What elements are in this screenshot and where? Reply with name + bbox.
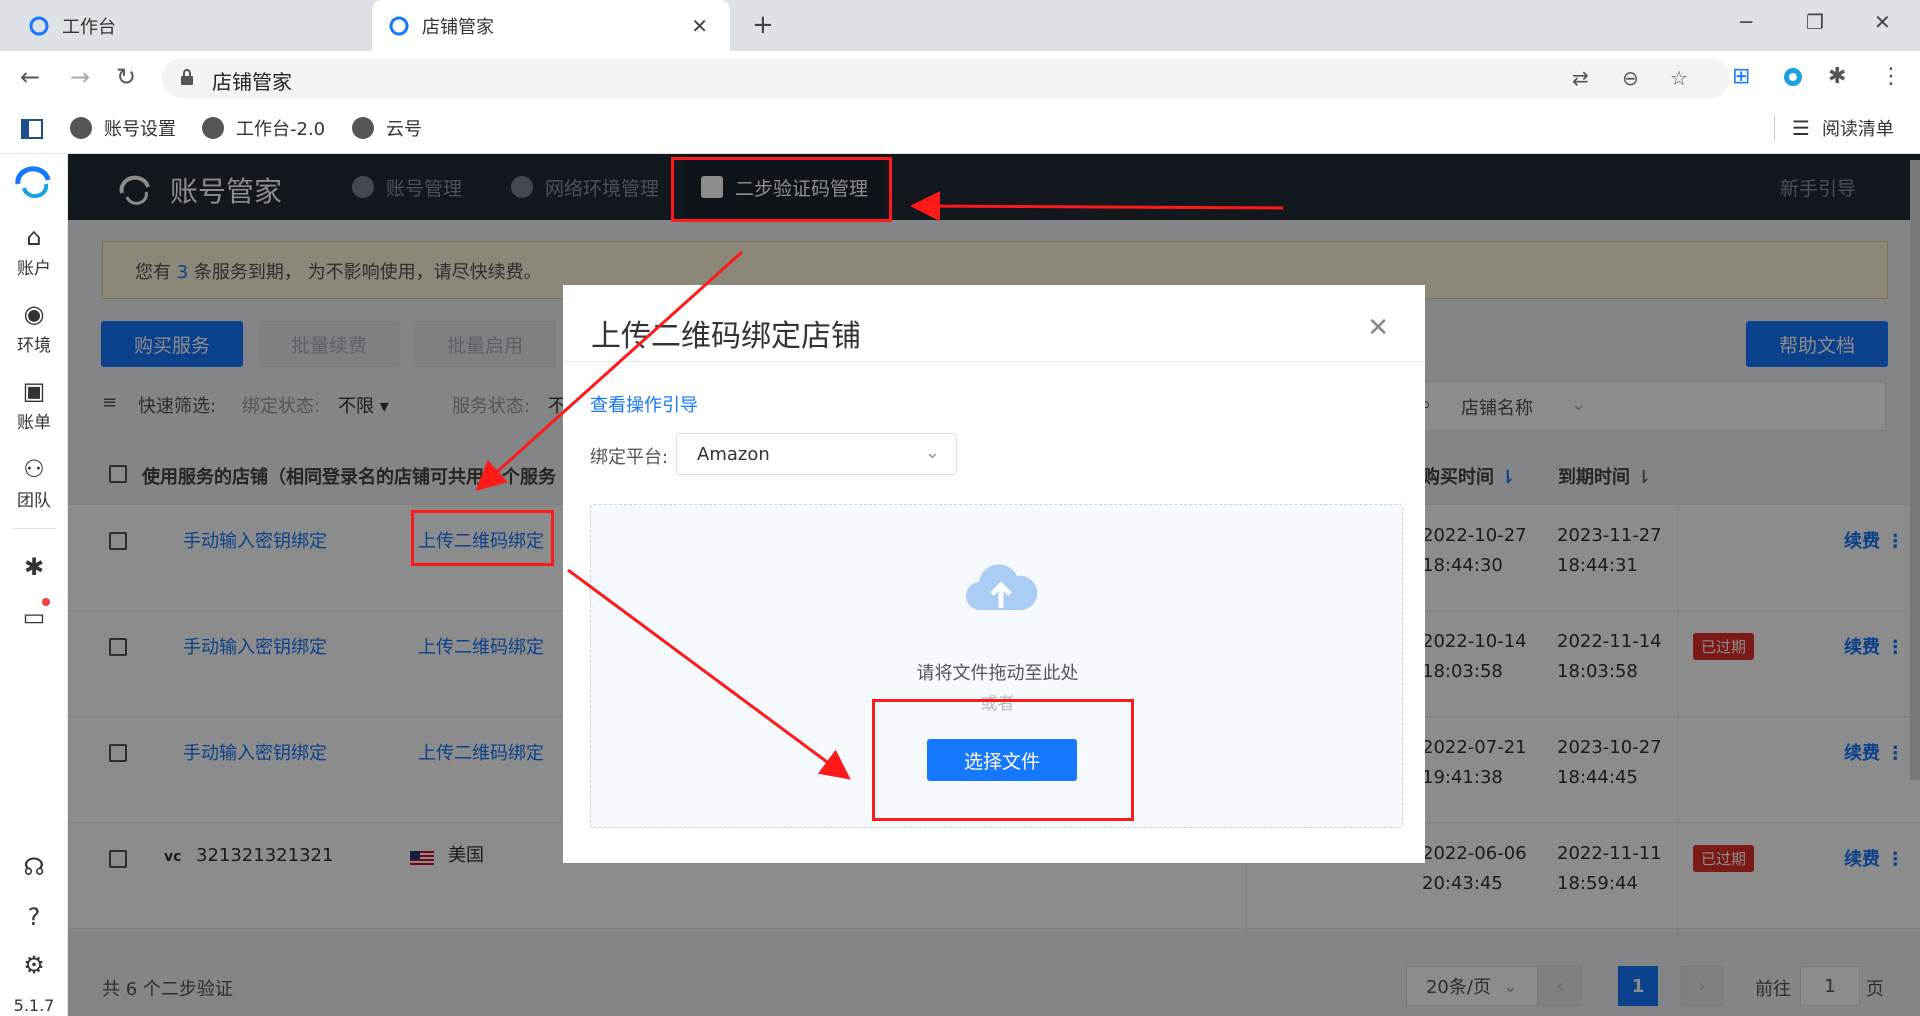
- sidebar-item-bill[interactable]: ▣ 账单: [0, 378, 68, 433]
- chat-icon: ▭: [22, 603, 46, 631]
- browser-tab-store-manager[interactable]: 店铺管家 ✕: [372, 0, 730, 51]
- headset-icon: ☊: [23, 853, 45, 881]
- sidebar-item-account[interactable]: ⌂ 账户: [0, 224, 68, 279]
- browser-tab-workbench[interactable]: 工作台: [28, 0, 368, 51]
- reading-list-label: 阅读清单: [1821, 119, 1894, 140]
- sidebar-item-team[interactable]: ⚇ 团队: [0, 456, 68, 511]
- apps-extension-icon[interactable]: ⊞: [1732, 64, 1750, 89]
- shop-icon: ⌂: [26, 223, 42, 251]
- platform-select[interactable]: Amazon ⌄: [676, 433, 957, 475]
- browser-tab-bar: 工作台 店铺管家 ✕ + ─ ❐ ✕: [0, 0, 1920, 51]
- operation-guide-link[interactable]: 查看操作引导: [590, 391, 698, 417]
- sidebar-support[interactable]: ☊: [0, 854, 68, 884]
- close-window-icon[interactable]: ✕: [1874, 10, 1891, 34]
- globe-icon: [70, 117, 92, 139]
- sidebar-settings[interactable]: ⚙: [0, 952, 68, 982]
- divider: [12, 528, 56, 529]
- sidebar-plugin[interactable]: ✱: [0, 554, 68, 584]
- app-logo-icon: [15, 166, 51, 199]
- globe-icon: [352, 117, 374, 139]
- menu-dots-icon[interactable]: ⋮: [1880, 64, 1902, 89]
- drop-hint: 请将文件拖动至此处: [916, 663, 1079, 684]
- forward-icon[interactable]: →: [70, 63, 90, 91]
- modal-title: 上传二维码绑定店铺: [591, 319, 861, 354]
- sidebar-item-label: 账户: [17, 259, 51, 279]
- tab-title: 工作台: [62, 16, 116, 38]
- globe-icon: [202, 117, 224, 139]
- tab-title: 店铺管家: [422, 16, 494, 38]
- divider: [1774, 115, 1775, 141]
- back-icon[interactable]: ←: [20, 63, 40, 91]
- star-icon[interactable]: ☆: [1670, 66, 1688, 90]
- bookmark-label: 云号: [386, 119, 422, 140]
- divider: [563, 361, 1425, 362]
- sidebar-item-label: 环境: [17, 336, 51, 356]
- bookmark-account-settings[interactable]: 账号设置: [70, 115, 176, 141]
- gear-icon: ⚙: [23, 951, 45, 979]
- bookmark-workbench[interactable]: 工作台-2.0: [202, 115, 325, 141]
- cloud-upload-icon: [965, 564, 1038, 611]
- close-icon[interactable]: ✕: [1367, 313, 1389, 343]
- translate-icon[interactable]: ⇄: [1572, 66, 1589, 90]
- address-bar[interactable]: 店铺管家 ⇄ ⊖ ☆: [162, 58, 1730, 98]
- notification-dot: [42, 598, 50, 606]
- sidebar-item-label: 账单: [17, 413, 51, 433]
- version-label: 5.1.7: [13, 996, 55, 1015]
- zoom-icon[interactable]: ⊖: [1622, 66, 1639, 90]
- help-icon: ?: [27, 903, 41, 931]
- chevron-down-icon: ⌄: [924, 442, 940, 463]
- reload-icon[interactable]: ↻: [116, 63, 136, 91]
- sidebar-help[interactable]: ?: [0, 904, 68, 934]
- app-logo-icon: [389, 16, 409, 35]
- bookmarks-bar: 账号设置 工作台-2.0 云号 ☰ 阅读清单: [0, 105, 1920, 154]
- sidebar-toggle-icon[interactable]: [20, 117, 44, 141]
- bookmark-cloud[interactable]: 云号: [352, 115, 422, 141]
- lock-icon: [181, 69, 193, 85]
- search-extension-icon[interactable]: [1782, 66, 1804, 88]
- bookmark-label: 工作台-2.0: [236, 119, 326, 140]
- new-tab-icon[interactable]: +: [752, 10, 774, 40]
- address-text: 店铺管家: [212, 70, 292, 94]
- puzzle-icon[interactable]: ✱: [1828, 64, 1846, 89]
- app-logo-icon: [29, 16, 49, 35]
- select-file-button[interactable]: 选择文件: [927, 739, 1077, 781]
- file-drop-zone[interactable]: 请将文件拖动至此处 或者 选择文件: [590, 504, 1403, 828]
- reading-list[interactable]: ☰ 阅读清单: [1792, 115, 1894, 141]
- minimize-icon[interactable]: ─: [1740, 10, 1752, 34]
- puzzle-icon: ✱: [23, 553, 45, 581]
- sidebar-item-environment[interactable]: ◉ 环境: [0, 301, 68, 356]
- platform-value: Amazon: [697, 444, 770, 465]
- wallet-icon: ▣: [22, 377, 46, 405]
- bookmark-label: 账号设置: [104, 119, 176, 140]
- reading-list-icon: ☰: [1792, 116, 1810, 140]
- upload-qr-modal: 上传二维码绑定店铺 ✕ 查看操作引导 绑定平台: Amazon ⌄ 请将文件拖动…: [563, 285, 1425, 863]
- sidebar-messages[interactable]: ▭: [0, 598, 68, 634]
- app-sidebar: ⌂ 账户 ◉ 环境 ▣ 账单 ⚇ 团队 ✱ ▭ ☊ ? ⚙ 5.1.7: [0, 154, 68, 1016]
- restore-icon[interactable]: ❐: [1806, 10, 1824, 34]
- or-text: 或者: [980, 694, 1015, 714]
- sidebar-item-label: 团队: [17, 491, 51, 511]
- globe-icon: ◉: [23, 300, 45, 328]
- close-tab-icon[interactable]: ✕: [691, 14, 708, 38]
- team-icon: ⚇: [23, 455, 45, 483]
- platform-label: 绑定平台:: [590, 447, 669, 468]
